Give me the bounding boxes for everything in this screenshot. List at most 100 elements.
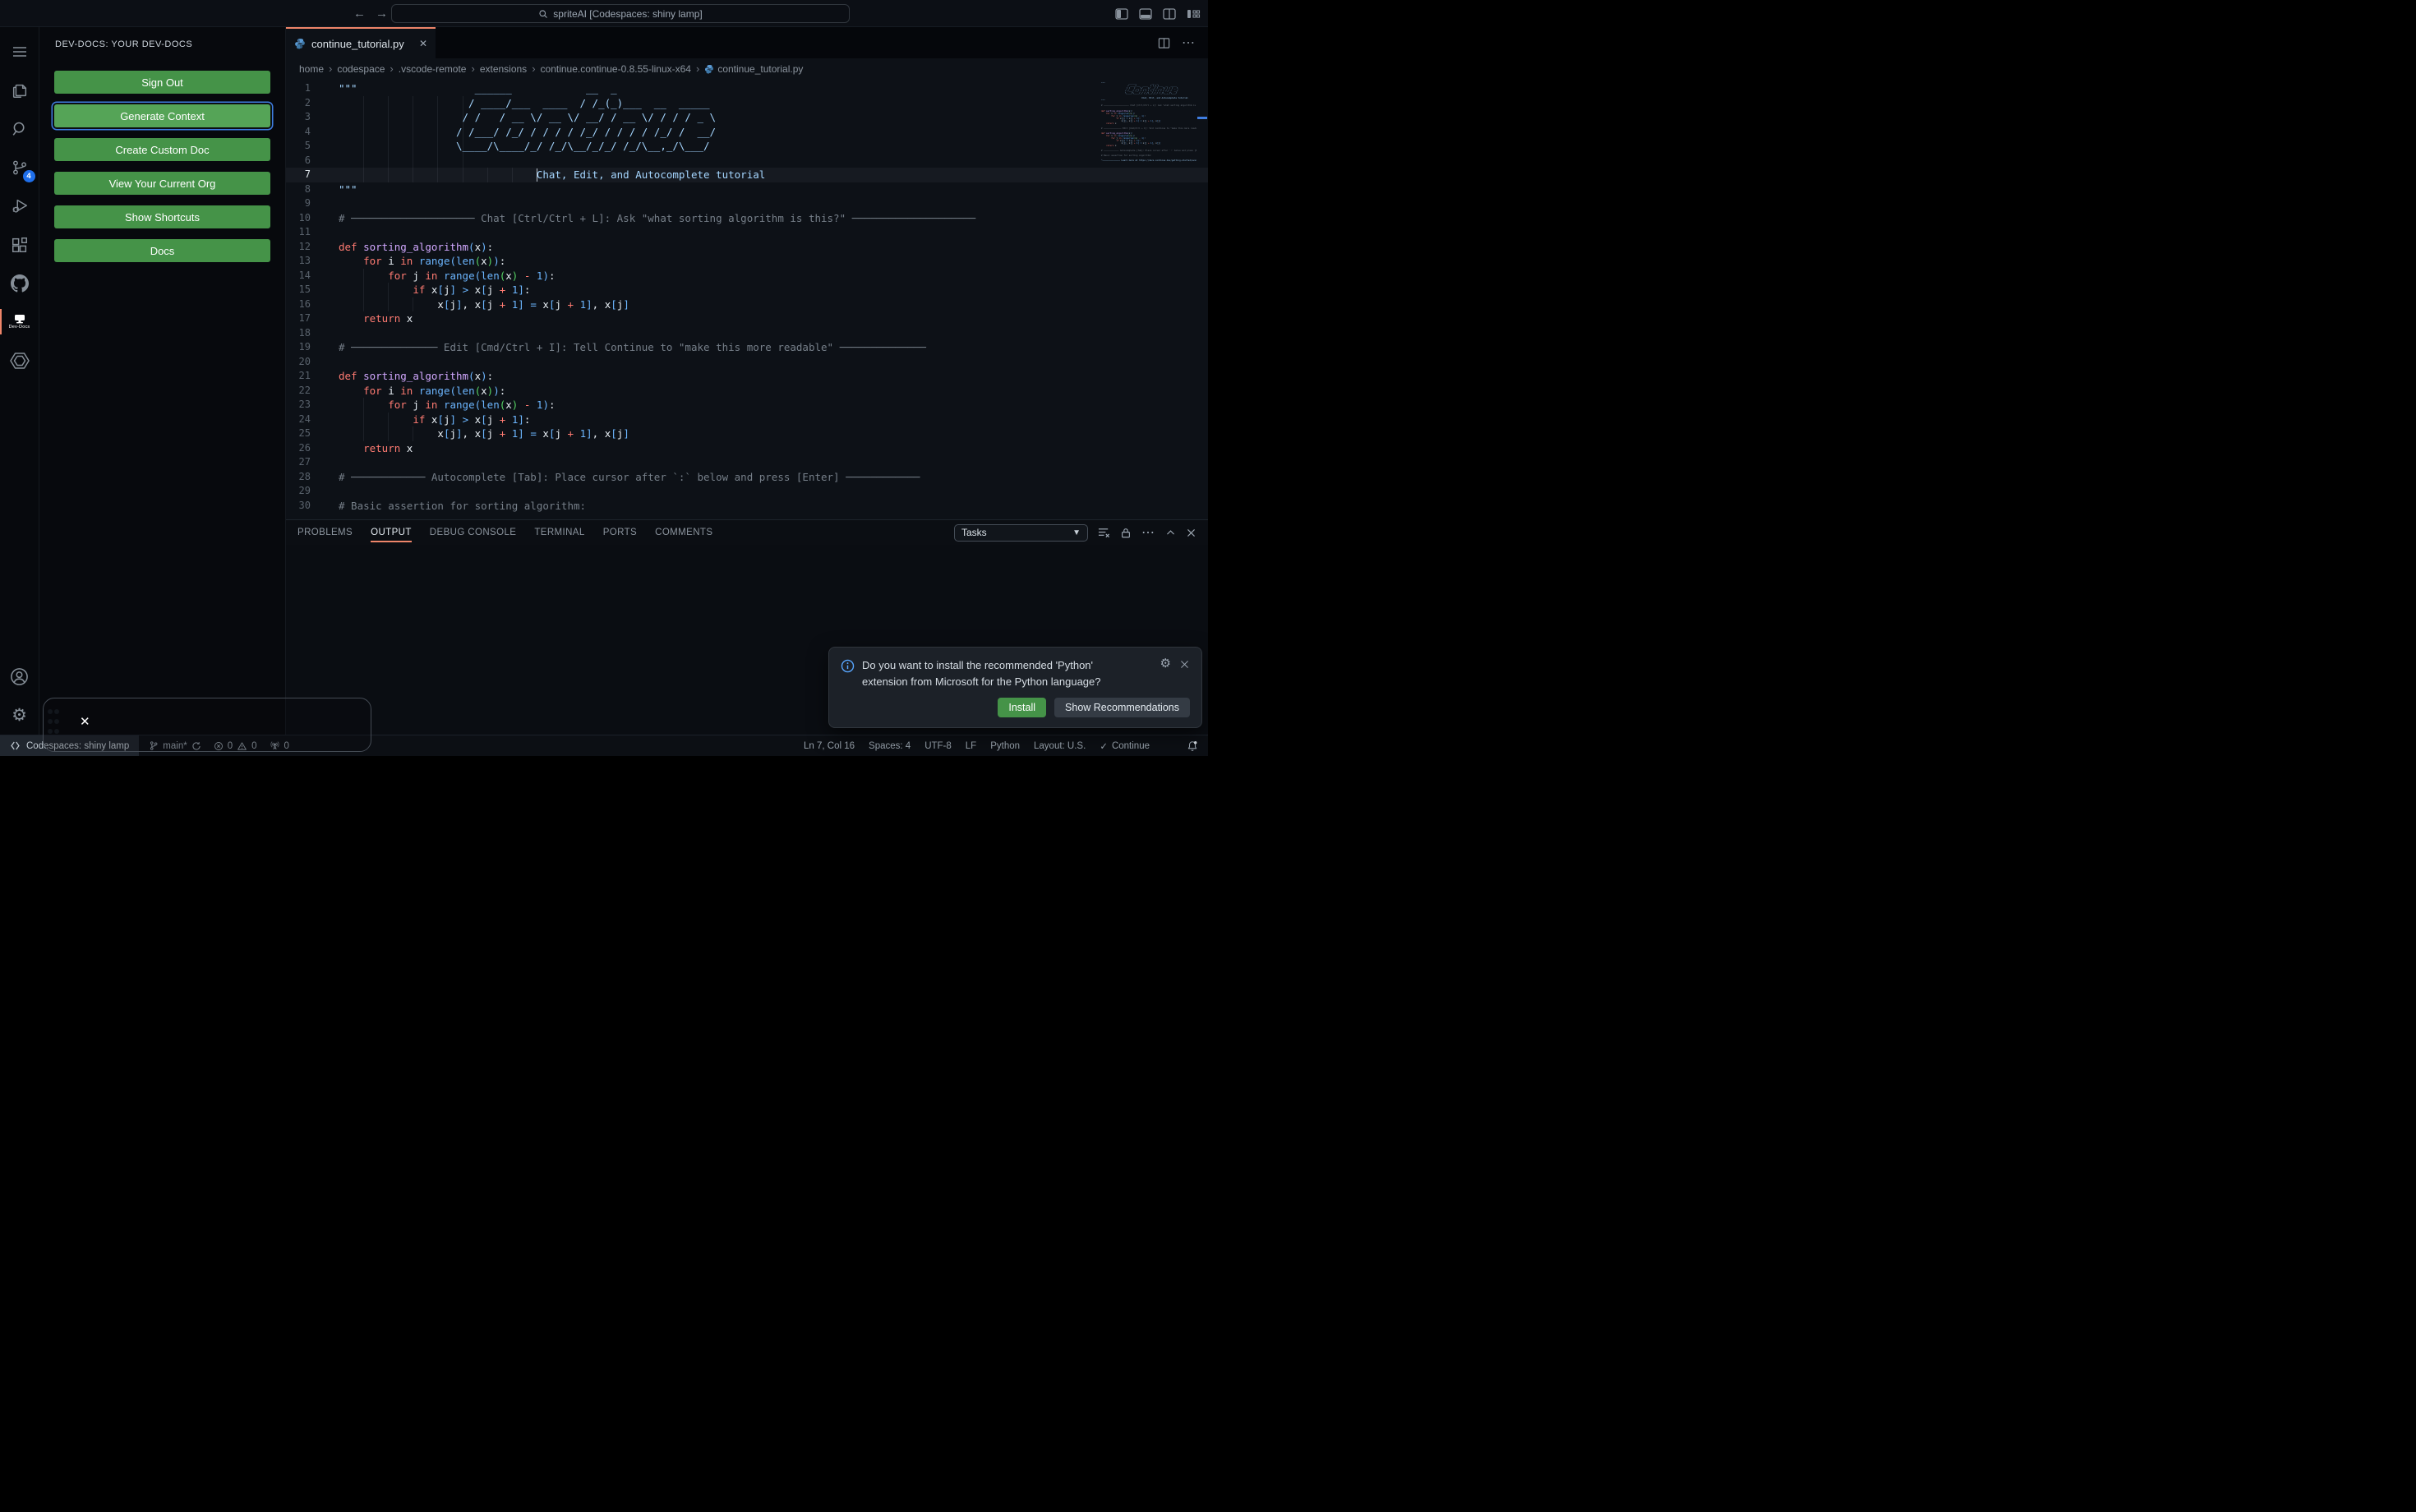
breadcrumb-item[interactable]: extensions xyxy=(480,63,527,75)
code-line[interactable]: 29 xyxy=(286,484,1208,499)
code-line[interactable]: 26 return x xyxy=(286,441,1208,456)
search-view-button[interactable] xyxy=(0,109,39,148)
breadcrumb-item[interactable]: continue.continue-0.8.55-linux-x64 xyxy=(541,63,691,75)
breadcrumb-item[interactable]: continue_tutorial.py xyxy=(704,63,803,75)
cursor-position-item[interactable]: Ln 7, Col 16 xyxy=(804,741,855,751)
maximize-panel-icon[interactable] xyxy=(1165,528,1176,538)
lock-scroll-icon[interactable] xyxy=(1120,527,1132,539)
eol-item[interactable]: LF xyxy=(966,741,976,751)
explorer-button[interactable] xyxy=(0,71,39,109)
forward-arrow-icon[interactable]: → xyxy=(376,7,388,21)
panel-more-actions-icon[interactable]: ⋯ xyxy=(1141,524,1155,541)
remote-icon xyxy=(11,741,20,750)
editor-scrollbar[interactable] xyxy=(1196,79,1208,519)
notification-toast: Do you want to install the recommended '… xyxy=(828,647,1202,728)
code-line[interactable]: 15 if x[j] > x[j + 1]: xyxy=(286,283,1208,297)
extensions-button[interactable] xyxy=(0,225,39,264)
close-panel-icon[interactable] xyxy=(1186,528,1196,538)
accounts-button[interactable] xyxy=(0,657,39,696)
notification-settings-icon[interactable]: ⚙ xyxy=(1160,657,1171,670)
code-line[interactable]: 12 def sorting_algorithm(x): xyxy=(286,240,1208,255)
sidebar-button-generate-context[interactable]: Generate Context xyxy=(54,104,270,127)
code-line[interactable]: 8 """ xyxy=(286,182,1208,197)
widget-close-icon[interactable]: ✕ xyxy=(80,714,90,729)
code-line[interactable]: 4 / /___/ /_/ / / / / /_/ / / / / /_/ / … xyxy=(286,124,1208,139)
split-editor-icon[interactable] xyxy=(1158,37,1170,49)
code-line[interactable]: 16 x[j], x[j + 1] = x[j + 1], x[j] xyxy=(286,297,1208,311)
output-channel-select[interactable]: Tasks ▼ xyxy=(954,523,1088,542)
sidebar-button-view-your-current-org[interactable]: View Your Current Org xyxy=(54,172,270,195)
breadcrumb-item[interactable]: home xyxy=(299,63,324,75)
code-line[interactable]: 27 xyxy=(286,455,1208,470)
panel-tab-problems[interactable]: PROBLEMS xyxy=(297,522,353,543)
customize-layout-icon[interactable] xyxy=(1187,7,1201,21)
tab-continue-tutorial[interactable]: continue_tutorial.py ✕ xyxy=(286,27,436,58)
gear-icon: ⚙ xyxy=(12,706,27,725)
line-number: 9 xyxy=(304,197,311,209)
run-debug-button[interactable] xyxy=(0,187,39,225)
install-button[interactable]: Install xyxy=(998,698,1047,717)
back-arrow-icon[interactable]: ← xyxy=(353,7,366,21)
code-line[interactable]: 18 xyxy=(286,326,1208,341)
code-line[interactable]: 5 \____/\____/_/ /_/\__/_/_/ /_/\__,_/\_… xyxy=(286,139,1208,154)
code-line[interactable]: 13 for i in range(len(x)): xyxy=(286,254,1208,269)
sidebar-button-sign-out[interactable]: Sign Out xyxy=(54,71,270,94)
code-line[interactable]: 28 # ──────────── Autocomplete [Tab]: Pla… xyxy=(286,470,1208,485)
code-line[interactable]: 3 / / / __ \/ __ \/ __/ / __ \/ / / / _ … xyxy=(286,110,1208,125)
sidebar-button-show-shortcuts[interactable]: Show Shortcuts xyxy=(54,205,270,228)
code-line[interactable]: 6 xyxy=(286,153,1208,168)
sidebar-button-create-custom-doc[interactable]: Create Custom Doc xyxy=(54,138,270,161)
toggle-sidebar-icon[interactable] xyxy=(1115,7,1128,21)
indentation-item[interactable]: Spaces: 4 xyxy=(869,741,911,751)
line-number: 3 xyxy=(304,111,311,122)
code-line[interactable]: 14 for j in range(len(x) - 1): xyxy=(286,268,1208,283)
code-line[interactable]: 19 # ────────────── Edit [Cmd/Ctrl + I]: … xyxy=(286,340,1208,355)
toggle-secondary-sidebar-icon[interactable] xyxy=(1163,7,1176,21)
continue-view-button[interactable] xyxy=(0,341,39,380)
toggle-panel-icon[interactable] xyxy=(1139,7,1152,21)
code-line[interactable]: 17 return x xyxy=(286,311,1208,326)
code-line[interactable]: 11 xyxy=(286,225,1208,240)
panel-tab-output[interactable]: OUTPUT xyxy=(371,522,412,543)
code-line[interactable]: 24 if x[j] > x[j + 1]: xyxy=(286,412,1208,426)
code-line[interactable]: 7 Chat, Edit, and Autocomplete tutorial xyxy=(286,168,1208,182)
code-line[interactable]: 22 for i in range(len(x)): xyxy=(286,384,1208,399)
clear-output-icon[interactable] xyxy=(1098,527,1110,539)
devdocs-view-button[interactable]: Dev-Docs xyxy=(0,302,39,341)
github-button[interactable] xyxy=(0,264,39,302)
code-line[interactable]: 23 for j in range(len(x) - 1): xyxy=(286,398,1208,413)
settings-button[interactable]: ⚙ xyxy=(0,696,39,735)
tab-close-icon[interactable]: ✕ xyxy=(419,38,427,49)
more-actions-icon[interactable]: ⋯ xyxy=(1182,35,1196,51)
code-line[interactable]: 20 xyxy=(286,355,1208,370)
code-line[interactable]: 1 """ ______ __ _ xyxy=(286,81,1208,96)
notifications-bell[interactable] xyxy=(1187,740,1198,752)
minimap[interactable]: """ ______ __ _ / ____/___ ____ / /_(_)_… xyxy=(1101,79,1196,519)
code-line[interactable]: 2 / ____/___ ____ / /_(_)___ __ _____ xyxy=(286,95,1208,110)
source-control-button[interactable]: 4 xyxy=(0,148,39,187)
code-editor[interactable]: 1 """ ______ __ _ 2 / ____/___ ____ / /_(_… xyxy=(286,79,1208,519)
notification-close-icon[interactable] xyxy=(1179,659,1190,670)
panel-tab-terminal[interactable]: TERMINAL xyxy=(534,522,584,543)
sidebar-button-docs[interactable]: Docs xyxy=(54,239,270,262)
continue-status-item[interactable]: ✓ Continue xyxy=(1100,740,1150,752)
code-line[interactable]: 25 x[j], x[j + 1] = x[j + 1], x[j] xyxy=(286,426,1208,441)
code-line[interactable]: 21 def sorting_algorithm(x): xyxy=(286,369,1208,384)
code-line[interactable]: 9 xyxy=(286,196,1208,211)
code-line[interactable]: 10 # ──────────────────── Chat [Ctrl/Ctrl… xyxy=(286,211,1208,226)
language-mode-item[interactable]: Python xyxy=(990,741,1020,751)
panel-tab-ports[interactable]: PORTS xyxy=(603,522,637,543)
encoding-item[interactable]: UTF-8 xyxy=(924,741,952,751)
files-icon xyxy=(12,84,26,98)
panel-tab-comments[interactable]: COMMENTS xyxy=(655,522,712,543)
notification-message: Do you want to install the recommended '… xyxy=(862,659,1101,689)
breadcrumb-item[interactable]: .vscode-remote xyxy=(399,63,467,75)
keyboard-layout-item[interactable]: Layout: U.S. xyxy=(1034,741,1086,751)
menu-button[interactable] xyxy=(0,32,39,71)
command-center-search[interactable]: spriteAI [Codespaces: shiny lamp] xyxy=(391,4,850,23)
panel-tab-debug-console[interactable]: DEBUG CONSOLE xyxy=(430,522,517,543)
breadcrumb-item[interactable]: codespace xyxy=(337,63,385,75)
line-number: 24 xyxy=(298,413,311,425)
show-recommendations-button[interactable]: Show Recommendations xyxy=(1054,698,1190,717)
code-line[interactable]: 30 # Basic assertion for sorting algorith… xyxy=(286,499,1208,514)
